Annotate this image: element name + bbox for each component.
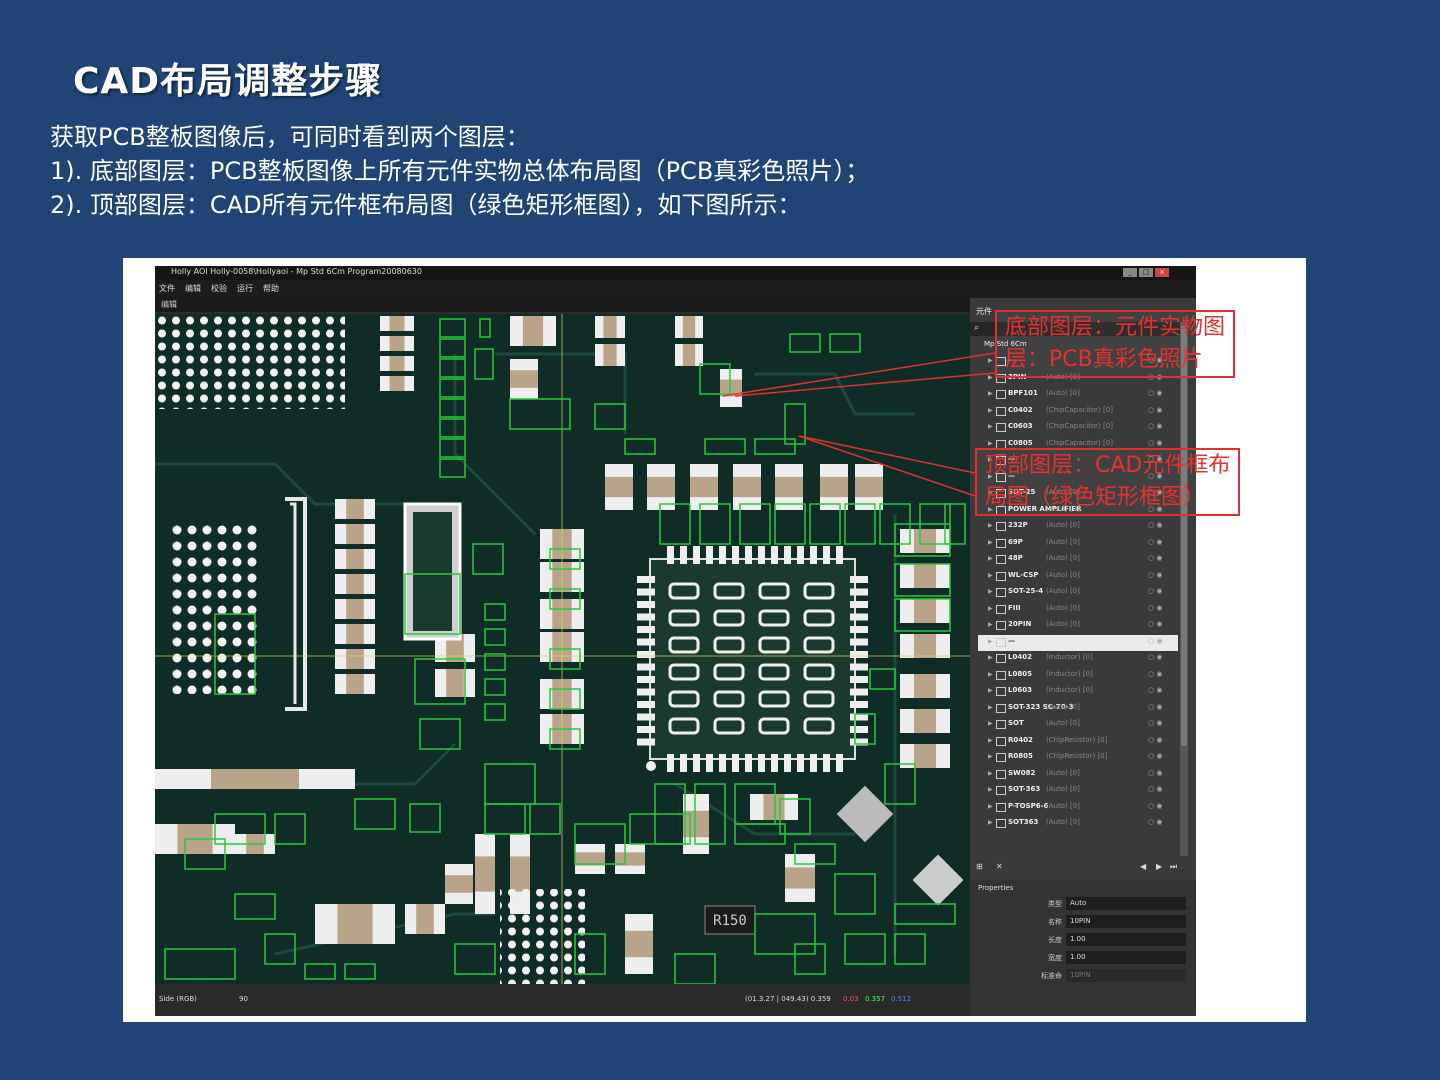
callout-bottom-line-2: 层：PCB真彩色照片 (1005, 347, 1203, 372)
callout-bottom-layer: 底部图层：元件实物图 层：PCB真彩色照片 (995, 310, 1236, 378)
desc-line-top-layer: 2). 顶部图层：CAD所有元件框布局图（绿色矩形框图），如下图所示： (50, 191, 802, 219)
callout-top-line-2: 局图（绿色矩形框图） (985, 485, 1206, 510)
desc-line-intro: 获取PCB整板图像后，可同时看到两个图层： (50, 123, 530, 151)
callout-top-layer: 顶部图层：CAD元件框布 局图（绿色矩形框图） (975, 448, 1241, 516)
callout-bottom-line-1: 底部图层：元件实物图 (1005, 315, 1226, 340)
callout-top-line-1: 顶部图层：CAD元件框布 (985, 453, 1231, 478)
slide-title: CAD布局调整步骤 (73, 61, 383, 102)
desc-line-bottom-layer: 1). 底部图层：PCB整板图像上所有元件实物总体布局图（PCB真彩色照片）； (50, 157, 870, 185)
screenshot-figure: Holly AOI Holly-0058\Hollyaoi - Mp Std 6… (123, 258, 1306, 1022)
slide-description: 获取PCB整板图像后，可同时看到两个图层： 1). 底部图层：PCB整板图像上所… (50, 120, 869, 222)
